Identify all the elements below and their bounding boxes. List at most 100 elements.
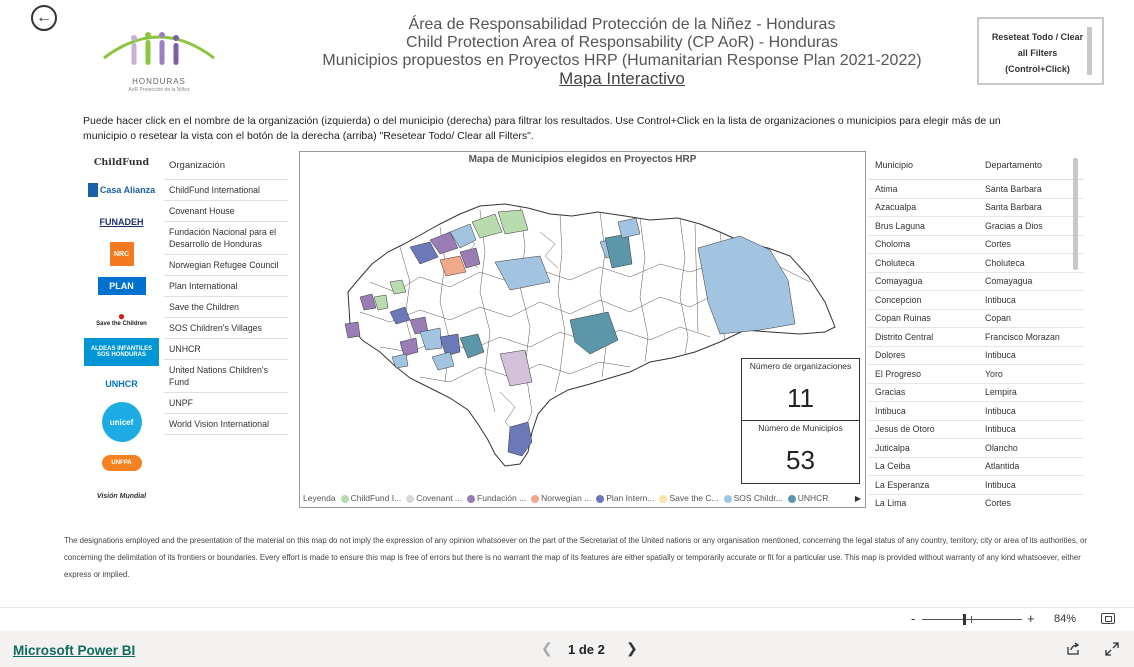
municipio-cell: Atima <box>875 183 898 194</box>
legend-entry[interactable]: Plan Intern... <box>596 493 654 503</box>
reset-button-scrollbar[interactable] <box>1087 27 1092 75</box>
municipio-shape[interactable] <box>344 321 361 339</box>
zoom-slider-tick <box>971 616 972 623</box>
org-item[interactable]: ChildFund International <box>164 180 288 201</box>
municipio-cell: Distrito Central <box>875 331 934 342</box>
legend-entry-label: ChildFund I... <box>350 493 402 503</box>
departamento-cell: Choluteca <box>985 257 1025 268</box>
table-row[interactable]: Choloma Cortes <box>868 236 1084 254</box>
departamento-cell: Intibuca <box>985 350 1016 361</box>
municipios-count-value: 53 <box>786 445 815 475</box>
legend-entry[interactable]: Covenant ... <box>406 493 462 503</box>
zoom-slider-thumb[interactable] <box>963 614 966 625</box>
table-row[interactable]: Choluteca Choluteca <box>868 254 1084 273</box>
funadeh-logo[interactable]: FUNADEH <box>84 214 159 230</box>
table-row[interactable]: Gracias Lempira <box>868 384 1084 402</box>
org-item[interactable]: Norwegian Refugee Council <box>164 255 288 276</box>
table-row[interactable]: Jesus de Otoro Intibuca <box>868 421 1084 439</box>
municipio-table[interactable]: Municipio Departamento Atima Santa Barbar… <box>868 154 1084 510</box>
unicef-logo[interactable]: unicef <box>84 402 159 442</box>
reset-filters-button[interactable]: Reseteat Todo / Clear all Filters (Contr… <box>977 17 1104 85</box>
table-row[interactable]: El Progreso Yoro <box>868 365 1084 384</box>
table-row[interactable]: Dolores Intibuca <box>868 347 1084 365</box>
table-row[interactable]: Brus Laguna Gracias a Dios <box>868 217 1084 236</box>
org-item[interactable]: SOS Children's Villages <box>164 318 288 339</box>
org-item[interactable]: UNPF <box>164 393 288 414</box>
municipio-cell: Jesus de Otoro <box>875 424 935 435</box>
legend-entry[interactable]: SOS Childr... <box>723 493 783 503</box>
previous-page-chevron-icon[interactable]: ❮ <box>541 640 553 657</box>
municipios-count-label: Número de Municipios <box>758 423 843 433</box>
org-item[interactable]: Covenant House <box>164 201 288 222</box>
legend-entry-label: Save the C... <box>669 493 719 503</box>
table-row[interactable]: Copan Ruinas Copan <box>868 310 1084 328</box>
interactive-map-link[interactable]: Mapa Interactivo <box>300 70 944 88</box>
organization-slicer-header: Organización <box>164 154 288 180</box>
nrc-logo[interactable]: NRC <box>84 242 159 266</box>
org-item[interactable]: Fundación Nacional para el Desarrollo de… <box>164 222 288 255</box>
org-item[interactable]: United Nations Children's Fund <box>164 360 288 393</box>
organizations-count-card: Número de organizaciones 11 <box>741 358 860 422</box>
casa-alianza-mark-icon <box>87 183 98 197</box>
power-bi-footer: Microsoft Power BI ❮ 1 de 2 ❯ <box>0 631 1134 667</box>
legend-entry[interactable]: Norwegian ... <box>531 493 591 503</box>
table-row[interactable]: La Ceiba Atlantida <box>868 458 1084 476</box>
table-row[interactable]: La Esperanza Intibuca <box>868 476 1084 495</box>
honduras-map-visual[interactable]: Mapa de Municipios elegidos en Proyectos… <box>299 151 866 508</box>
table-row[interactable]: Comayagua Comayagua <box>868 273 1084 291</box>
org-item[interactable]: UNHCR <box>164 339 288 360</box>
departamento-cell: Cortes <box>985 498 1011 509</box>
table-row[interactable]: Intibuca Intibuca <box>868 402 1084 421</box>
table-row[interactable]: Distrito Central Francisco Morazan <box>868 328 1084 347</box>
legend-dot <box>340 494 349 503</box>
org-item[interactable]: World Vision International <box>164 414 288 435</box>
save-the-children-logo[interactable]: ● Save the Children <box>84 306 159 332</box>
municipio-table-scrollbar[interactable] <box>1073 158 1078 270</box>
power-bi-link[interactable]: Microsoft Power BI <box>13 643 135 658</box>
org-item[interactable]: Save the Children <box>164 297 288 318</box>
report-title: Área de Responsabilidad Protección de la… <box>300 16 944 88</box>
legend-next-arrow-icon[interactable]: ▶ <box>855 494 861 503</box>
unhcr-logo[interactable]: UNHCR <box>84 376 159 392</box>
legend-entry[interactable]: Save the C... <box>659 493 719 503</box>
fit-to-page-icon[interactable] <box>1101 613 1115 624</box>
casa-alianza-logo-text: Casa Alianza <box>99 185 156 195</box>
share-icon[interactable] <box>1066 642 1080 656</box>
legend-entry-label: Plan Intern... <box>606 493 655 503</box>
zoom-slider-track[interactable] <box>922 619 1022 620</box>
vision-mundial-logo[interactable]: Visión Mundial <box>84 486 159 506</box>
childfund-logo[interactable]: ChildFund <box>84 150 159 174</box>
table-row[interactable]: Atima Santa Barbara <box>868 180 1084 199</box>
table-row[interactable]: La Lima Cortes <box>868 495 1084 511</box>
organization-slicer[interactable]: Organización ChildFund International Cov… <box>164 154 288 510</box>
departamento-cell: Intibuca <box>985 424 1016 435</box>
departamento-cell: Intibuca <box>985 405 1016 416</box>
table-row[interactable]: Azacualpa Santa Barbara <box>868 199 1084 217</box>
zoom-in-button[interactable]: + <box>1027 611 1035 626</box>
municipio-cell: Choluteca <box>875 257 915 268</box>
next-page-chevron-icon[interactable]: ❯ <box>626 640 638 657</box>
zoom-out-button[interactable]: - <box>911 611 915 626</box>
org-item[interactable]: Plan International <box>164 276 288 297</box>
plan-logo-text: PLAN <box>97 277 146 295</box>
map-disclaimer: The designations employed and the presen… <box>64 536 1087 579</box>
title-line-1: Área de Responsabilidad Protección de la… <box>408 16 836 33</box>
plan-logo[interactable]: PLAN <box>84 276 159 296</box>
unfpa-logo[interactable]: UNFPA <box>84 454 159 472</box>
departamento-cell: Intibuca <box>985 294 1016 305</box>
aldeas-sos-logo[interactable]: ALDEAS INFANTILES SOS HONDURAS <box>84 338 159 366</box>
legend-entry[interactable]: Fundación ... <box>467 493 526 503</box>
legend-dot <box>596 494 605 503</box>
column-header-departamento[interactable]: Departamento <box>985 160 1042 179</box>
column-header-municipio[interactable]: Municipio <box>875 160 985 179</box>
back-arrow-icon[interactable]: ← <box>31 5 57 31</box>
legend-entry[interactable]: ChildFund I... <box>340 493 402 503</box>
municipio-cell: Intibuca <box>875 405 906 416</box>
casa-alianza-logo[interactable]: Casa Alianza <box>84 178 159 202</box>
fullscreen-icon[interactable] <box>1105 642 1119 656</box>
legend-entry-label: Norwegian ... <box>541 493 592 503</box>
table-row[interactable]: Concepcion Intibuca <box>868 291 1084 310</box>
table-row[interactable]: Juticalpa Olancho <box>868 439 1084 458</box>
unhcr-logo-text: UNHCR <box>105 379 138 389</box>
legend-entry[interactable]: UNHCR <box>787 493 828 503</box>
